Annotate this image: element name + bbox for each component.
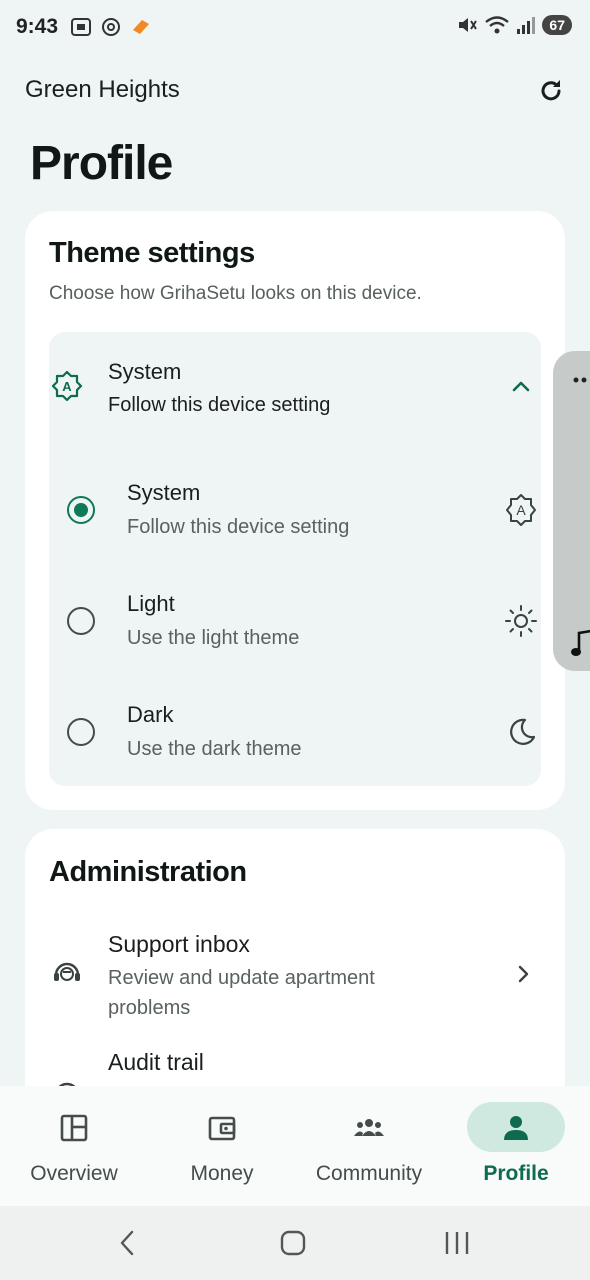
bottom-navigation: Overview Money Community Profile (0, 1086, 590, 1206)
moon-icon (510, 718, 536, 745)
status-time: 9:43 (16, 15, 59, 38)
administration-title: Administration (49, 856, 247, 888)
theme-dropdown-header[interactable]: A System Follow this device setting (49, 332, 541, 442)
wifi-icon (485, 16, 510, 34)
mute-icon (459, 18, 478, 32)
refresh-button[interactable] (534, 74, 568, 108)
nav-label-money: Money (190, 1162, 254, 1185)
option-title: System (127, 480, 201, 505)
more-dots-icon (573, 377, 587, 383)
nav-label-community: Community (315, 1162, 423, 1185)
app-notification-icon (133, 20, 149, 34)
nav-community[interactable]: Community (297, 1102, 437, 1197)
option-title: Light (127, 591, 175, 616)
openai-icon (102, 18, 120, 36)
radio-light[interactable] (67, 607, 95, 635)
radio-dark[interactable] (67, 718, 95, 746)
audit-trail-title: Audit trail (108, 1049, 204, 1075)
svg-text:A: A (516, 502, 526, 518)
auto-theme-icon: A (51, 370, 83, 402)
selected-theme-title: System (108, 359, 182, 384)
chevron-up-icon (512, 381, 530, 392)
refresh-icon (541, 80, 561, 101)
system-status-icons: 67 (456, 14, 572, 36)
nav-label-overview: Overview (30, 1162, 118, 1185)
battery-indicator: 67 (542, 15, 572, 35)
option-title: Dark (127, 702, 174, 727)
support-agent-icon (54, 962, 80, 981)
option-subtitle: Use the dark theme (127, 738, 302, 760)
theme-settings-card: Theme settings Choose how GrihaSetu look… (25, 211, 565, 810)
groups-icon (354, 1119, 384, 1136)
support-inbox-title: Support inbox (108, 931, 250, 957)
notification-icons (70, 16, 152, 38)
system-navigation-bar (0, 1206, 590, 1280)
theme-option-system[interactable]: System Follow this device setting A (49, 470, 541, 570)
option-subtitle: Follow this device setting (127, 516, 350, 538)
wallet-icon (208, 1116, 236, 1141)
recent-apps-icon[interactable] (442, 1228, 472, 1258)
nav-overview[interactable]: Overview (2, 1102, 142, 1197)
nav-label-profile: Profile (483, 1162, 549, 1185)
home-icon[interactable] (278, 1228, 308, 1258)
support-inbox-subtitle: Review and update apartment problems (108, 967, 375, 1019)
music-note-icon (571, 629, 590, 656)
page-title: Profile (30, 137, 173, 190)
administration-card: Administration Support inbox Review and … (25, 829, 565, 1129)
nav-profile[interactable]: Profile (444, 1102, 584, 1197)
support-inbox-item[interactable]: Support inbox Review and update apartmen… (25, 927, 565, 1037)
auto-theme-icon: A (506, 494, 536, 526)
person-icon (504, 1116, 528, 1140)
back-icon[interactable] (113, 1228, 143, 1258)
theme-settings-subtitle: Choose how GrihaSetu looks on this devic… (49, 283, 422, 304)
screenshot-icon (71, 18, 91, 36)
selected-theme-subtitle: Follow this device setting (108, 394, 331, 416)
status-bar: 9:43 67 (0, 0, 590, 56)
radio-system[interactable] (67, 496, 95, 524)
theme-settings-title: Theme settings (49, 237, 255, 269)
svg-text:A: A (62, 379, 72, 394)
theme-option-light[interactable]: Light Use the light theme (49, 581, 541, 681)
option-subtitle: Use the light theme (127, 627, 300, 649)
chevron-right-icon (518, 965, 529, 983)
signal-icon (517, 17, 536, 34)
theme-panel: A System Follow this device setting Syst… (49, 332, 541, 786)
nav-money[interactable]: Money (150, 1102, 290, 1197)
sun-icon (505, 605, 537, 637)
edge-panel-handle[interactable] (553, 351, 590, 671)
theme-option-dark[interactable]: Dark Use the dark theme (49, 692, 541, 792)
app-bar-title: Green Heights (25, 76, 180, 103)
dashboard-icon (60, 1114, 88, 1142)
